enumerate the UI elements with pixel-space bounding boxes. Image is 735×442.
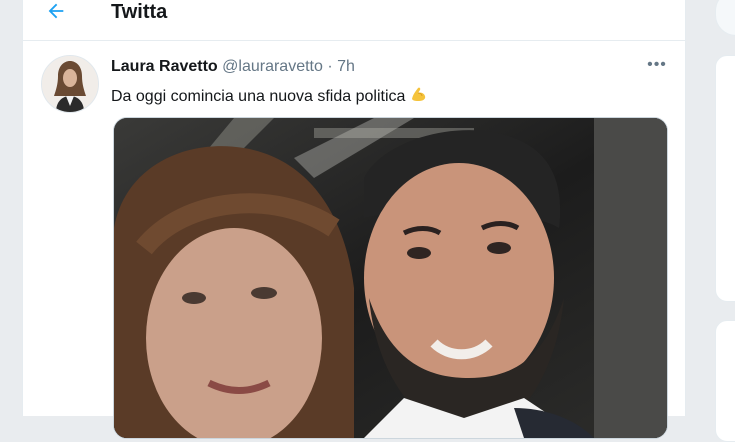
flexed-biceps-icon [409, 84, 429, 111]
sidebar-card-fragment [715, 55, 735, 302]
back-arrow-icon[interactable] [45, 0, 75, 24]
meta-separator: · [327, 58, 333, 75]
tweet-media-photo[interactable] [113, 117, 668, 439]
page-title: Twitta [111, 1, 168, 23]
avatar[interactable] [41, 55, 99, 113]
author-handle[interactable]: @lauraravetto [222, 58, 323, 75]
page-header: Twitta [23, 0, 685, 41]
tweet-timestamp[interactable]: 7h [337, 58, 355, 75]
tweet-author-line: Laura Ravetto @lauraravetto · 7h [111, 56, 355, 78]
tweet-column: Twitta Laura Ravetto @lauraravetto · 7h … [22, 0, 686, 439]
more-options-icon[interactable]: ••• [643, 54, 671, 76]
author-display-name[interactable]: Laura Ravetto [111, 58, 218, 75]
sidebar-card-fragment-2 [715, 320, 735, 442]
tweet-text: Da oggi comincia una nuova sfida politic… [111, 84, 429, 106]
tweet-text-body: Da oggi comincia una nuova sfida politic… [111, 88, 406, 105]
sidebar-search-fragment[interactable] [715, 0, 735, 36]
